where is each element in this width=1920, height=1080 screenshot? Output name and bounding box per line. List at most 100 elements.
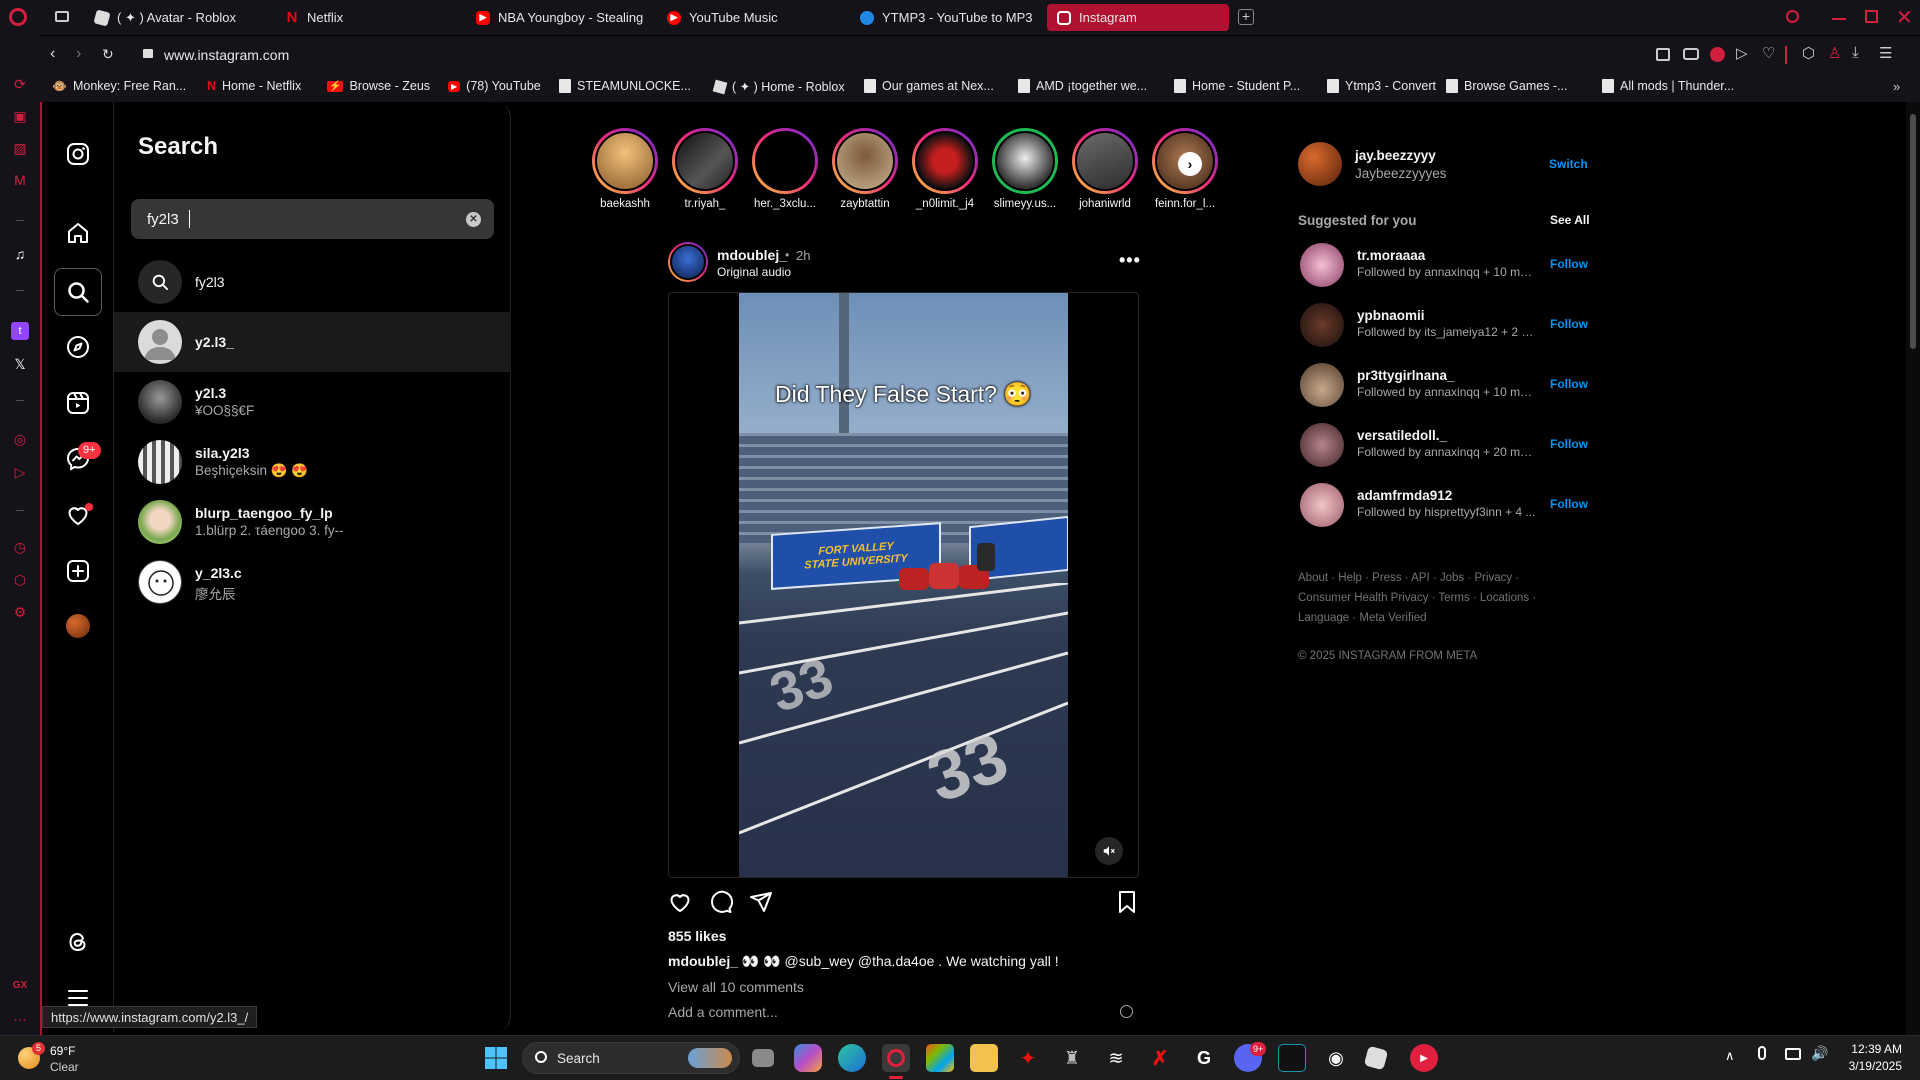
bookmark-nex[interactable]: Our games at Nex... bbox=[864, 79, 994, 93]
bookmark-thunderstore[interactable]: All mods | Thunder... bbox=[1602, 79, 1734, 93]
suggestion-avatar[interactable] bbox=[1300, 243, 1344, 287]
tab-instagram[interactable]: Instagram bbox=[1047, 4, 1229, 31]
scrollbar-thumb[interactable] bbox=[1910, 114, 1916, 349]
clock-icon[interactable]: ◷ bbox=[11, 538, 29, 556]
bookmark-youtube[interactable]: ▶ (78) YouTube bbox=[448, 79, 541, 93]
mute-toggle-icon[interactable] bbox=[1095, 837, 1123, 865]
task-view-icon[interactable] bbox=[752, 1049, 774, 1067]
copilot-icon[interactable] bbox=[794, 1044, 822, 1072]
red-app-icon[interactable]: ✦ bbox=[1014, 1044, 1042, 1072]
weather-widget[interactable]: 5 69°F Clear bbox=[18, 1042, 138, 1076]
suggestion-username[interactable]: tr.moraaaa bbox=[1357, 248, 1425, 263]
post-audio[interactable]: Original audio bbox=[717, 265, 791, 279]
start-button[interactable] bbox=[484, 1046, 508, 1070]
footer-links-2[interactable]: Consumer Health Privacy · Terms · Locati… bbox=[1298, 592, 1536, 604]
follow-button[interactable]: Follow bbox=[1550, 437, 1588, 451]
bookmark-netflix[interactable]: N Home - Netflix bbox=[207, 79, 301, 93]
suggestion-avatar[interactable] bbox=[1300, 363, 1344, 407]
edge-icon[interactable] bbox=[838, 1044, 866, 1072]
search-result-user[interactable]: y2l.3 ¥OO§§€F bbox=[114, 372, 511, 432]
bookmark-monkey[interactable]: 🐵 Monkey: Free Ran... bbox=[52, 79, 186, 93]
easy-setup-icon[interactable] bbox=[1656, 48, 1670, 61]
bookmark-amd[interactable]: AMD ¡together we... bbox=[1018, 79, 1147, 93]
microphone-icon[interactable] bbox=[1758, 1046, 1766, 1060]
gx-icon[interactable]: GX bbox=[11, 977, 29, 995]
clock-time[interactable]: 12:39 AM bbox=[1847, 1042, 1902, 1056]
story-item[interactable]: zaybtattin bbox=[832, 128, 898, 218]
profile-avatar[interactable] bbox=[66, 614, 90, 638]
threads-icon[interactable] bbox=[64, 928, 92, 956]
suggestion-avatar[interactable] bbox=[1300, 483, 1344, 527]
page-scrollbar[interactable] bbox=[1906, 102, 1920, 1035]
tab-nba-youngboy[interactable]: ▶ NBA Youngboy - Stealing bbox=[466, 4, 646, 31]
clock-date[interactable]: 3/19/2025 bbox=[1842, 1059, 1902, 1073]
my-username[interactable]: jay.beezzyyy bbox=[1355, 148, 1436, 163]
suggestion-username[interactable]: versatiledoll._ bbox=[1357, 428, 1447, 443]
reels-icon[interactable] bbox=[64, 389, 92, 417]
close-window-button[interactable]: ✕ bbox=[1896, 5, 1913, 30]
explore-compass-icon[interactable] bbox=[64, 333, 92, 361]
forward-icon[interactable]: › bbox=[76, 45, 81, 63]
restore-button[interactable] bbox=[1865, 10, 1878, 23]
back-icon[interactable]: ‹ bbox=[50, 45, 55, 63]
stack-app-icon[interactable]: ≋ bbox=[1102, 1044, 1130, 1072]
new-tab-button[interactable]: + bbox=[1238, 9, 1254, 25]
figure-app-icon[interactable]: ♜ bbox=[1058, 1044, 1086, 1072]
save-bookmark-icon[interactable] bbox=[1115, 890, 1139, 914]
send-icon[interactable]: ▷ bbox=[11, 463, 29, 481]
bookmark-student[interactable]: Home - Student P... bbox=[1174, 79, 1300, 93]
flow-send-icon[interactable]: ▷ bbox=[1736, 44, 1748, 62]
volume-icon[interactable]: 🔊 bbox=[1811, 1045, 1828, 1062]
story-item[interactable]: johaniwrld bbox=[1072, 128, 1138, 218]
profile-icon[interactable]: ♙ bbox=[1828, 44, 1841, 62]
suggestion-avatar[interactable] bbox=[1300, 423, 1344, 467]
tab-search-icon[interactable] bbox=[1786, 10, 1799, 23]
suggestion-avatar[interactable] bbox=[1300, 303, 1344, 347]
gx-cleaner-icon[interactable]: M bbox=[11, 171, 29, 189]
bookmark-browse-games[interactable]: Browse Games -... bbox=[1446, 79, 1568, 93]
bookmark-ytmp3[interactable]: Ytmp3 - Convert bbox=[1327, 79, 1436, 93]
favorites-heart-icon[interactable]: ♡ bbox=[1762, 44, 1775, 62]
menu-icon[interactable]: ☰ bbox=[1879, 44, 1892, 62]
network-icon[interactable] bbox=[1785, 1048, 1801, 1060]
story-item[interactable]: her._3xclu... bbox=[752, 128, 818, 218]
search-result-user[interactable]: y_2l3.c 廖允辰 bbox=[114, 552, 511, 612]
roblox-taskbar-icon[interactable] bbox=[1363, 1045, 1389, 1071]
x-twitter-icon[interactable]: 𝕏 bbox=[11, 355, 29, 373]
suggestion-username[interactable]: ypbnaomii bbox=[1357, 308, 1425, 323]
bookmark-steamunlocked[interactable]: STEAMUNLOCKE... bbox=[559, 79, 691, 93]
gx-corner-icon[interactable]: ▨ bbox=[11, 139, 29, 157]
story-item[interactable]: baekashh bbox=[592, 128, 658, 218]
see-all-link[interactable]: See All bbox=[1550, 213, 1590, 227]
view-comments-link[interactable]: View all 10 comments bbox=[668, 979, 804, 995]
tab-roblox-avatar[interactable]: ( ✦ ) Avatar - Roblox bbox=[85, 4, 270, 31]
bookmark-zeus[interactable]: ⚡ Browse - Zeus bbox=[327, 79, 430, 93]
logitech-icon[interactable]: G bbox=[1190, 1044, 1218, 1072]
home-icon[interactable] bbox=[64, 219, 92, 247]
gx-control-icon[interactable]: ▣ bbox=[11, 107, 29, 125]
search-result-user[interactable]: blurp_taengoo_fy_lp 1.blürp 2. τáengoo 3… bbox=[114, 492, 511, 552]
tab-workspaces-icon[interactable] bbox=[55, 11, 69, 22]
emoji-icon[interactable] bbox=[1120, 1005, 1133, 1018]
follow-button[interactable]: Follow bbox=[1550, 377, 1588, 391]
cube-icon[interactable]: ⬡ bbox=[11, 571, 29, 589]
history-play-icon[interactable]: ◎ bbox=[11, 430, 29, 448]
post-author-avatar[interactable] bbox=[668, 242, 708, 282]
tab-youtube-music[interactable]: ▶ YouTube Music bbox=[657, 4, 837, 31]
steam-icon[interactable]: ◉ bbox=[1322, 1044, 1350, 1072]
taskbar-search[interactable]: Search bbox=[522, 1042, 740, 1074]
camera-snapshot-icon[interactable] bbox=[1683, 48, 1699, 60]
story-item[interactable]: _n0limit._j4 bbox=[912, 128, 978, 218]
microsoft-store-icon[interactable] bbox=[926, 1044, 954, 1072]
suggestion-username[interactable]: adamfrmda912 bbox=[1357, 488, 1452, 503]
follow-button[interactable]: Follow bbox=[1550, 317, 1588, 331]
post-author-username[interactable]: mdoublej_ bbox=[717, 247, 787, 263]
story-item[interactable]: slimeyy.us... bbox=[992, 128, 1058, 218]
x-app-icon[interactable]: ✗ bbox=[1146, 1044, 1174, 1072]
reload-icon[interactable]: ↻ bbox=[102, 46, 114, 63]
story-item[interactable]: tr.riyah_ bbox=[672, 128, 738, 218]
post-options-icon[interactable]: ••• bbox=[1119, 250, 1141, 271]
minimize-button[interactable] bbox=[1832, 18, 1846, 20]
settings-gear-icon[interactable]: ⚙ bbox=[11, 603, 29, 621]
extensions-cube-icon[interactable]: ⬡ bbox=[1802, 44, 1815, 62]
